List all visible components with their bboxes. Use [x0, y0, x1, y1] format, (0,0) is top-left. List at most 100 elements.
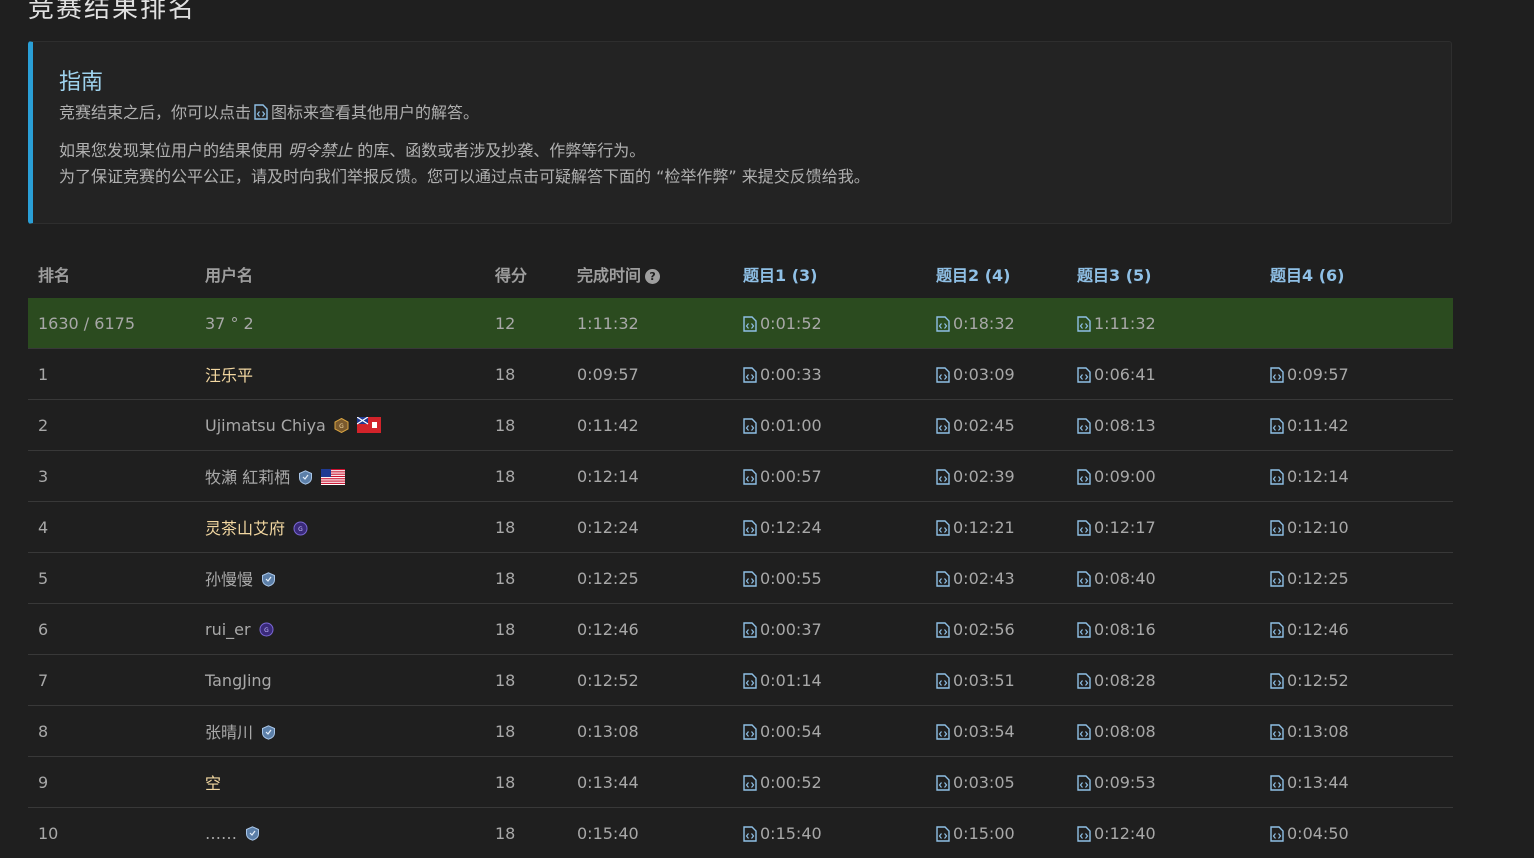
question-q2-cell[interactable]: 0:12:21 — [926, 502, 1067, 553]
question-q2-cell[interactable]: 0:02:56 — [926, 604, 1067, 655]
code-file-icon[interactable] — [1270, 469, 1284, 485]
question-q2-cell[interactable]: 0:02:45 — [926, 400, 1067, 451]
code-file-icon[interactable] — [1270, 418, 1284, 434]
current-user-q3[interactable]: 1:11:32 — [1067, 298, 1260, 349]
question-q3-cell[interactable]: 0:08:16 — [1067, 604, 1260, 655]
question-q3-cell[interactable]: 0:12:17 — [1067, 502, 1260, 553]
code-file-icon[interactable] — [936, 775, 950, 791]
code-file-icon[interactable] — [936, 367, 950, 383]
code-file-icon[interactable] — [936, 469, 950, 485]
username[interactable]: 孙慢慢 — [205, 570, 253, 589]
code-file-icon[interactable] — [1270, 520, 1284, 536]
username-cell[interactable]: 牧瀬 紅莉栖 — [195, 451, 485, 502]
username-cell[interactable]: 汪乐平 — [195, 349, 485, 400]
question-q1-cell[interactable]: 0:00:37 — [733, 604, 926, 655]
question-q4-cell[interactable]: 0:11:42 — [1260, 400, 1453, 451]
username-cell[interactable]: Ujimatsu ChiyaG — [195, 400, 485, 451]
code-file-icon[interactable] — [1077, 520, 1091, 536]
question-q3-cell[interactable]: 0:08:08 — [1067, 706, 1260, 757]
code-file-icon[interactable] — [936, 826, 950, 842]
code-file-icon[interactable] — [936, 571, 950, 587]
code-file-icon[interactable] — [743, 622, 757, 638]
question-q1-cell[interactable]: 0:00:54 — [733, 706, 926, 757]
code-file-icon[interactable] — [1270, 775, 1284, 791]
username-cell[interactable]: 空 — [195, 757, 485, 808]
code-file-icon[interactable] — [1270, 367, 1284, 383]
current-user-q2[interactable]: 0:18:32 — [926, 298, 1067, 349]
username[interactable]: 空 — [205, 774, 221, 793]
col-question-3[interactable]: 题目3 (5) — [1067, 249, 1260, 298]
question-q1-cell[interactable]: 0:00:52 — [733, 757, 926, 808]
code-file-icon[interactable] — [1077, 826, 1091, 842]
code-file-icon[interactable] — [743, 418, 757, 434]
question-q4-cell[interactable]: 0:13:44 — [1260, 757, 1453, 808]
question-q2-cell[interactable]: 0:03:54 — [926, 706, 1067, 757]
question-q1-cell[interactable]: 0:00:33 — [733, 349, 926, 400]
code-file-icon[interactable] — [1270, 673, 1284, 689]
question-q4-cell[interactable]: 0:12:52 — [1260, 655, 1453, 706]
question-q1-cell[interactable]: 0:00:55 — [733, 553, 926, 604]
current-user-name[interactable]: 37 ° 2 — [195, 298, 485, 349]
username[interactable]: 张晴川 — [205, 723, 253, 742]
code-file-icon[interactable] — [743, 673, 757, 689]
question-q3-cell[interactable]: 0:08:40 — [1067, 553, 1260, 604]
question-q3-cell[interactable]: 0:06:41 — [1067, 349, 1260, 400]
question-q2-cell[interactable]: 0:03:09 — [926, 349, 1067, 400]
question-q2-cell[interactable]: 0:15:00 — [926, 808, 1067, 858]
question-q4-cell[interactable]: 0:12:10 — [1260, 502, 1453, 553]
username-cell[interactable]: TangJing — [195, 655, 485, 706]
code-file-icon[interactable] — [936, 724, 950, 740]
code-file-icon[interactable] — [936, 316, 950, 332]
question-q4-cell[interactable]: 0:12:14 — [1260, 451, 1453, 502]
question-q2-cell[interactable]: 0:02:43 — [926, 553, 1067, 604]
question-q3-cell[interactable]: 0:09:53 — [1067, 757, 1260, 808]
code-file-icon[interactable] — [743, 316, 757, 332]
question-q3-cell[interactable]: 0:08:28 — [1067, 655, 1260, 706]
question-q4-cell[interactable]: 0:12:25 — [1260, 553, 1453, 604]
question-q1-cell[interactable]: 0:12:24 — [733, 502, 926, 553]
code-file-icon[interactable] — [743, 520, 757, 536]
code-file-icon[interactable] — [1077, 367, 1091, 383]
question-q3-cell[interactable]: 0:08:13 — [1067, 400, 1260, 451]
username[interactable]: 灵茶山艾府 — [205, 519, 285, 538]
question-q3-cell[interactable]: 0:12:40 — [1067, 808, 1260, 858]
question-q1-cell[interactable]: 0:01:14 — [733, 655, 926, 706]
username[interactable]: TangJing — [205, 671, 272, 690]
current-user-q1[interactable]: 0:01:52 — [733, 298, 926, 349]
username-cell[interactable]: 张晴川 — [195, 706, 485, 757]
username[interactable]: 牧瀬 紅莉栖 — [205, 468, 290, 487]
question-q4-cell[interactable]: 0:13:08 — [1260, 706, 1453, 757]
username-cell[interactable]: 灵茶山艾府G — [195, 502, 485, 553]
code-file-icon[interactable] — [743, 826, 757, 842]
question-q2-cell[interactable]: 0:02:39 — [926, 451, 1067, 502]
code-file-icon[interactable] — [1077, 316, 1091, 332]
code-file-icon[interactable] — [936, 673, 950, 689]
code-file-icon[interactable] — [1077, 775, 1091, 791]
question-q1-cell[interactable]: 0:00:57 — [733, 451, 926, 502]
code-file-icon[interactable] — [1077, 418, 1091, 434]
question-q4-cell[interactable]: 0:12:46 — [1260, 604, 1453, 655]
code-file-icon[interactable] — [1077, 673, 1091, 689]
code-file-icon[interactable] — [1270, 826, 1284, 842]
question-q2-cell[interactable]: 0:03:05 — [926, 757, 1067, 808]
username[interactable]: 汪乐平 — [205, 366, 253, 385]
username-cell[interactable]: rui_erG — [195, 604, 485, 655]
question-q1-cell[interactable]: 0:01:00 — [733, 400, 926, 451]
question-q3-cell[interactable]: 0:09:00 — [1067, 451, 1260, 502]
col-question-4[interactable]: 题目4 (6) — [1260, 249, 1453, 298]
code-file-icon[interactable] — [743, 571, 757, 587]
col-question-2[interactable]: 题目2 (4) — [926, 249, 1067, 298]
question-circle-icon[interactable]: ? — [645, 269, 660, 284]
code-file-icon[interactable] — [1270, 622, 1284, 638]
code-file-icon[interactable] — [743, 724, 757, 740]
col-question-1[interactable]: 题目1 (3) — [733, 249, 926, 298]
code-file-icon[interactable] — [1077, 469, 1091, 485]
username[interactable]: rui_er — [205, 620, 251, 639]
username-cell[interactable]: 孙慢慢 — [195, 553, 485, 604]
code-file-icon[interactable] — [1077, 571, 1091, 587]
question-q1-cell[interactable]: 0:15:40 — [733, 808, 926, 858]
code-file-icon[interactable] — [1270, 571, 1284, 587]
code-file-icon[interactable] — [1077, 724, 1091, 740]
code-file-icon[interactable] — [743, 469, 757, 485]
username[interactable]: Ujimatsu Chiya — [205, 416, 326, 435]
